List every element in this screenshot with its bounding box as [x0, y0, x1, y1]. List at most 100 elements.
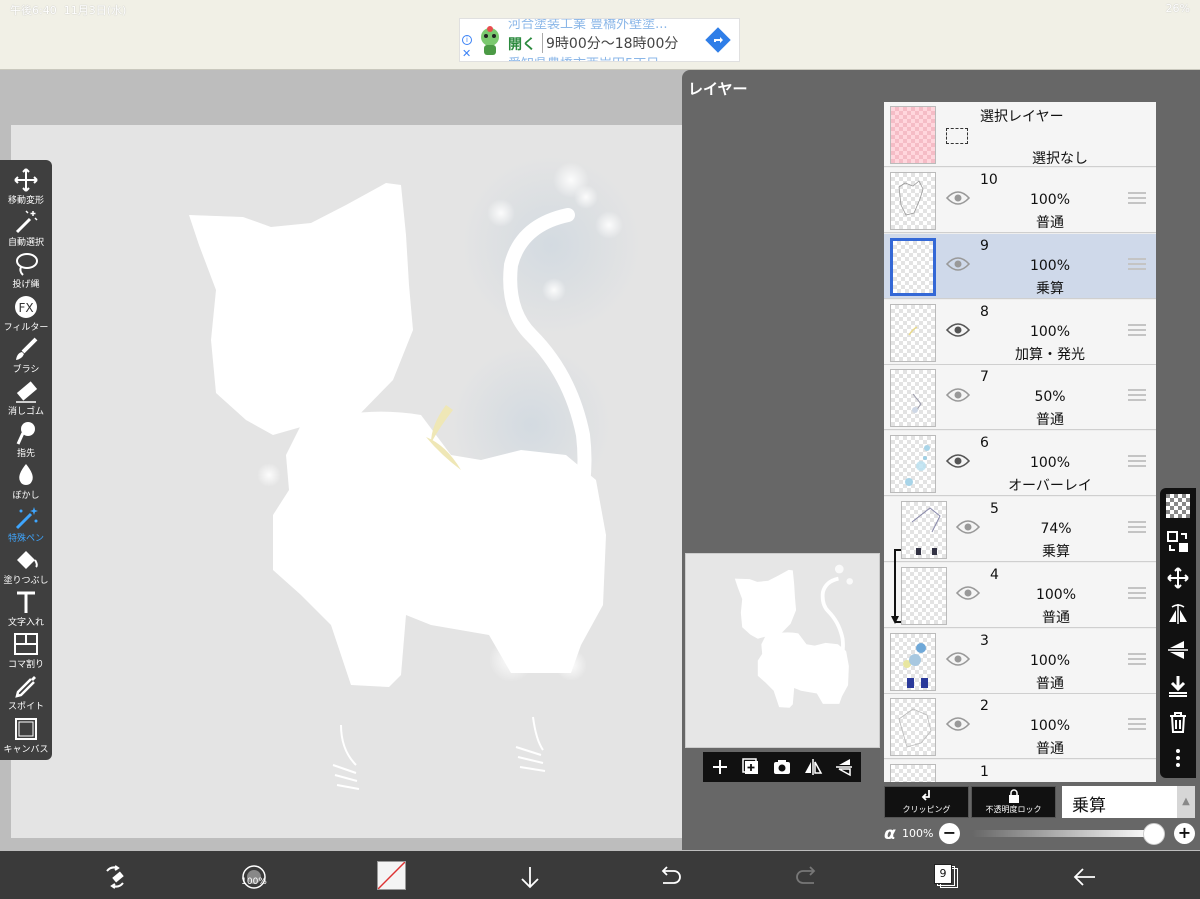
visibility-eye-icon[interactable] — [946, 651, 970, 667]
visibility-eye-icon[interactable] — [956, 585, 980, 601]
visibility-eye-icon[interactable] — [946, 256, 970, 272]
swap-tool-button[interactable] — [101, 863, 129, 891]
merge-down-icon[interactable] — [1166, 674, 1190, 698]
layer-row-6[interactable]: 6 100% オーバーレイ — [884, 431, 1156, 497]
navigator-preview[interactable] — [685, 553, 880, 748]
tool-eraser[interactable]: 消しゴム — [0, 377, 52, 419]
layer-blend-mode: 普通 — [1036, 741, 1064, 758]
flip-vertical-icon[interactable] — [833, 756, 855, 778]
move-layer-icon[interactable] — [1166, 566, 1190, 590]
layer-row-4[interactable]: 4 100% 普通 — [884, 562, 1156, 628]
redo-icon — [796, 866, 816, 884]
layer-row-3[interactable]: 3 100% 普通 — [884, 628, 1156, 694]
brush-size-button[interactable]: 100% — [240, 863, 268, 891]
tool-magic[interactable]: 自動選択 — [0, 208, 52, 250]
layer-row-1[interactable]: 1 — [884, 760, 1156, 782]
directions-icon[interactable] — [705, 27, 731, 53]
color-swatch[interactable] — [377, 861, 406, 890]
canvas-icon — [15, 717, 37, 740]
drawing-canvas[interactable] — [11, 125, 723, 838]
tool-filter[interactable]: FX フィルター — [0, 293, 52, 335]
tool-blur[interactable]: ぼかし — [0, 461, 52, 503]
tool-canvas[interactable]: キャンバス — [0, 715, 52, 757]
flip-layer-vertical-icon[interactable] — [1166, 638, 1190, 662]
drag-handle-icon[interactable] — [1128, 521, 1146, 535]
opacity-decrease-button[interactable]: − — [939, 823, 960, 844]
layer-row-8[interactable]: 8 100% 加算・発光 — [884, 299, 1156, 365]
visibility-eye-icon[interactable] — [946, 716, 970, 732]
flip-horizontal-icon[interactable] — [802, 756, 824, 778]
clipping-button[interactable]: クリッピング — [884, 786, 969, 818]
layer-side-tools — [1160, 488, 1196, 778]
layer-row-10[interactable]: 10 100% 普通 — [884, 168, 1156, 233]
drag-handle-icon[interactable] — [1128, 257, 1146, 272]
drag-handle-icon[interactable] — [1128, 455, 1146, 469]
tool-palette: 移動変形 自動選択 投げ縄 FX フィルター ブラシ 消しゴム 指先ぼかし特殊ペン塗りつぶし文… — [0, 160, 52, 760]
smudge-icon — [16, 422, 35, 445]
tool-label: 塗りつぶし — [3, 575, 49, 586]
layers-button[interactable]: 9 — [934, 863, 962, 891]
eraser-icon — [16, 381, 38, 403]
layer-opacity: 50% — [1034, 389, 1066, 406]
drag-handle-icon[interactable] — [1128, 192, 1146, 206]
visibility-eye-icon[interactable] — [946, 190, 970, 206]
flip-layer-horizontal-icon[interactable] — [1166, 602, 1190, 626]
ad-close-icon[interactable]: ✕ — [462, 47, 471, 60]
visibility-eye-icon[interactable] — [946, 387, 970, 403]
layer-opacity: 74% — [1040, 521, 1072, 537]
tool-fill[interactable]: 塗りつぶし — [0, 546, 52, 588]
drag-handle-icon[interactable] — [1128, 652, 1146, 667]
more-options-icon[interactable] — [1166, 746, 1190, 770]
opacity-slider-knob[interactable] — [1143, 823, 1165, 845]
selection-layer-row[interactable]: 選択レイヤー 選択なし — [884, 102, 1156, 167]
layer-thumbnail — [901, 501, 947, 559]
layer-row-2[interactable]: 2 100% 普通 — [884, 694, 1156, 760]
tool-brush[interactable]: ブラシ — [0, 335, 52, 377]
tool-text[interactable]: 文字入れ — [0, 588, 52, 630]
svg-text:FX: FX — [18, 301, 33, 315]
layer-convert-icon[interactable] — [1166, 530, 1190, 554]
tool-move[interactable]: 移動変形 — [0, 166, 52, 208]
tool-eyedrop[interactable]: スポイト — [0, 672, 52, 714]
redo-button[interactable] — [794, 863, 822, 891]
drag-handle-icon[interactable] — [1128, 718, 1146, 732]
tool-special[interactable]: 特殊ペン — [0, 504, 52, 546]
duplicate-layer-icon[interactable] — [740, 756, 762, 778]
undo-button[interactable] — [655, 863, 683, 891]
tool-smudge[interactable]: 指先 — [0, 419, 52, 461]
status-time: 午後6:40 11月3日(水) — [10, 4, 127, 17]
camera-icon[interactable] — [771, 756, 793, 778]
fx-icon: FX — [15, 295, 37, 318]
add-layer-icon[interactable] — [709, 756, 731, 778]
alpha-lock-button[interactable]: 不透明度ロック — [971, 786, 1056, 818]
visibility-eye-icon[interactable] — [946, 453, 970, 469]
tool-label: ぼかし — [12, 491, 40, 502]
ad-info-icon[interactable]: i — [462, 35, 472, 45]
opacity-slider[interactable] — [972, 830, 1154, 837]
layer-opacity: 100% — [1029, 652, 1071, 669]
opacity-increase-button[interactable]: + — [1174, 823, 1195, 844]
canvas-area[interactable] — [0, 71, 723, 851]
swap-brush-eraser-icon — [106, 865, 124, 889]
drag-handle-icon[interactable] — [1128, 323, 1146, 338]
visibility-eye-icon[interactable] — [946, 322, 970, 338]
import-button[interactable] — [516, 863, 544, 891]
blend-mode-arrow-icon[interactable]: ▲ — [1177, 786, 1195, 818]
layer-row-5[interactable]: 5 74% 乗算 — [884, 497, 1156, 562]
layer-number: 3 — [980, 632, 989, 649]
drag-handle-icon[interactable] — [1128, 586, 1146, 601]
trash-icon[interactable] — [1166, 710, 1190, 734]
tool-frame[interactable]: コマ割り — [0, 630, 52, 672]
layer-row-9[interactable]: 9 100% 乗算 — [884, 233, 1156, 299]
visibility-eye-icon[interactable] — [956, 519, 980, 535]
tool-lasso[interactable]: 投げ縄 — [0, 250, 52, 292]
ad-banner[interactable]: i ✕ 河合塗装工業 豊橋外壁塗... 開く 9時00分〜18時00分 愛知県豊… — [459, 18, 740, 62]
drag-handle-icon[interactable] — [1128, 389, 1146, 403]
transparency-checker-icon[interactable] — [1166, 494, 1190, 518]
ad-mascot-icon — [481, 26, 499, 55]
layer-list[interactable]: 選択レイヤー 選択なし 10 100% 普通 9 100% 乗算 8 100% 加算・発光 7 50… — [884, 102, 1156, 782]
blend-mode-select[interactable]: 乗算 — [1062, 786, 1177, 818]
special-pen-icon — [15, 506, 38, 529]
back-button[interactable] — [1071, 863, 1099, 891]
layer-row-7[interactable]: 7 50% 普通 — [884, 365, 1156, 431]
